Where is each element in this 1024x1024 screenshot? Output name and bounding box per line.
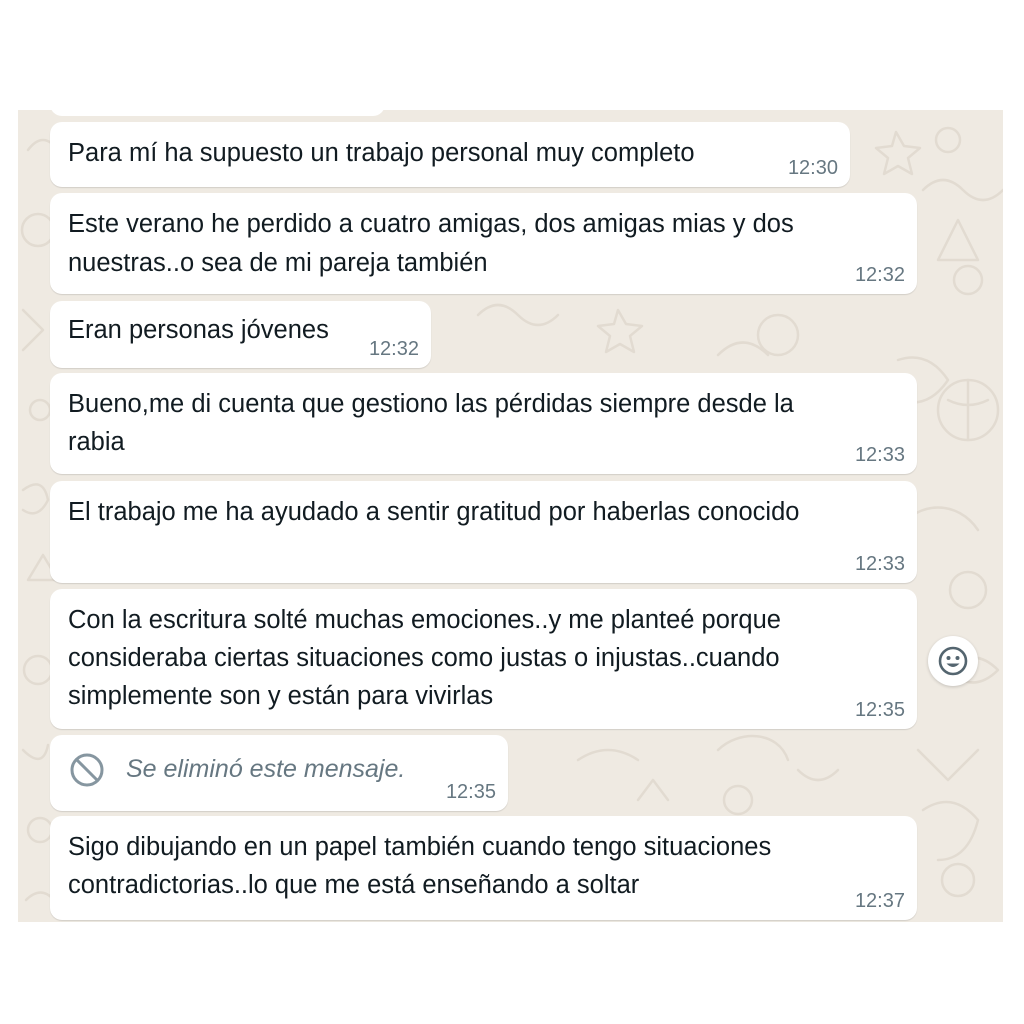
react-button[interactable]	[928, 636, 978, 686]
message-text-line: consideraba ciertas situaciones como jus…	[68, 644, 780, 672]
message-text: El trabajo me ha ayudado a sentir gratit…	[68, 498, 800, 526]
message-text-line: contradictorias..lo que me está enseñand…	[68, 871, 640, 899]
message-time: 12:33	[854, 553, 905, 575]
chat-panel: Para mí ha supuesto un trabajo personal …	[18, 110, 1003, 922]
message-text-line: Este verano he perdido a cuatro amigas, …	[68, 210, 794, 238]
deleted-message-text: Se eliminó este mensaje.	[126, 755, 406, 783]
message-bubble[interactable]: Sigo dibujando en un papel también cuand…	[50, 816, 917, 920]
message-text-line: nuestras..o sea de mi pareja también	[68, 249, 488, 277]
message-time: 12:35	[854, 699, 905, 721]
message-time: 12:32	[854, 264, 905, 286]
message-bubble[interactable]: Este verano he perdido a cuatro amigas, …	[50, 193, 917, 294]
message-bubble[interactable]: El trabajo me ha ayudado a sentir gratit…	[50, 481, 917, 583]
message-text-line: simplemente son y están para vivirlas	[68, 682, 494, 710]
message-text: Eran personas jóvenes	[68, 316, 329, 344]
message-text-line: rabia	[68, 428, 125, 456]
smiley-icon	[938, 646, 968, 676]
message-time: 12:30	[787, 157, 838, 179]
deleted-message-bubble[interactable]: Se eliminó este mensaje. 12:35	[50, 735, 508, 811]
message-text-line: Bueno,me di cuenta que gestiono las pérd…	[68, 390, 794, 418]
previous-message-bubble-edge	[50, 110, 385, 116]
message-time: 12:33	[854, 444, 905, 466]
message-bubble[interactable]: Para mí ha supuesto un trabajo personal …	[50, 122, 850, 187]
message-time: 12:35	[445, 781, 496, 803]
ban-icon	[70, 753, 104, 787]
message-bubble[interactable]: Bueno,me di cuenta que gestiono las pérd…	[50, 373, 917, 474]
message-text-line: Con la escritura solté muchas emociones.…	[68, 606, 781, 634]
message-bubble[interactable]: Con la escritura solté muchas emociones.…	[50, 589, 917, 729]
message-text-line: Sigo dibujando en un papel también cuand…	[68, 833, 772, 861]
message-text: Para mí ha supuesto un trabajo personal …	[68, 139, 695, 167]
message-time: 12:37	[854, 890, 905, 912]
message-bubble[interactable]: Eran personas jóvenes 12:32	[50, 301, 431, 368]
message-time: 12:32	[368, 338, 419, 360]
